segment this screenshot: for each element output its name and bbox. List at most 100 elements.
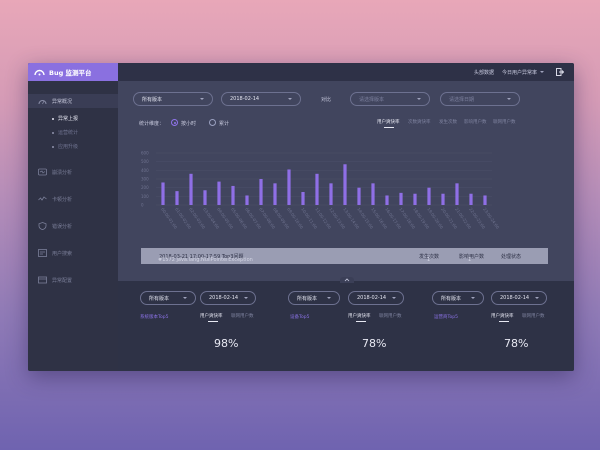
chart-bar[interactable] [329, 183, 333, 205]
sidebar-subitem-stats[interactable]: 运营统计 [52, 129, 78, 136]
chevron-up-icon [344, 278, 350, 282]
version-select-value: 所有版本 [142, 96, 163, 103]
y-tick-label: 600 [141, 151, 149, 156]
panel2-date-value: 2018-02-14 [357, 295, 387, 301]
sidebar-item-lag[interactable]: 卡顿分析 [28, 192, 118, 206]
logo-icon [34, 69, 45, 76]
panel3-value: 78% [504, 337, 529, 350]
table-row-count: 1 [427, 257, 431, 263]
app-title: Bug 监测平台 [49, 69, 92, 77]
bar-chart: 600500400300200100000:00-01:0001:00-02:0… [141, 151, 500, 231]
header-link-data[interactable]: 头部数据 [474, 69, 494, 76]
panel2-tab-online[interactable]: 联网用户数 [379, 313, 402, 319]
chart-bar[interactable] [469, 193, 473, 205]
panel2-link[interactable]: 设备Top5 [290, 314, 309, 320]
chart-bar[interactable] [413, 193, 417, 205]
logout-icon[interactable] [556, 68, 564, 76]
panel3-tab-user-rate[interactable]: 用户爽快率 [491, 313, 514, 319]
sidebar-item-label: 卡顿分析 [52, 196, 73, 203]
date-select[interactable]: 2018-02-14 [221, 92, 301, 106]
chevron-down-icon [327, 297, 331, 299]
compare-date-select[interactable]: 请选择日期 [440, 92, 520, 106]
panel3-tab-underline [499, 321, 509, 322]
app-window: Bug 监测平台 头部数据 今日用户异常率 异常概况 异常上报 运营统计 应用升… [28, 63, 574, 371]
chevron-down-icon [288, 98, 292, 100]
tab-affected-users[interactable]: 影响用户数 [464, 119, 487, 125]
panel3-link[interactable]: 运营商Top5 [434, 314, 458, 320]
panel1-link[interactable]: 系统版本Top5 [140, 314, 168, 320]
chart-bar[interactable] [343, 164, 347, 205]
chart-bar[interactable] [203, 190, 207, 205]
crash-icon [38, 168, 47, 176]
panel3-tab-online[interactable]: 联网用户数 [522, 313, 545, 319]
sidebar-item-error[interactable]: 错误分析 [28, 219, 118, 233]
chart-bar[interactable] [399, 192, 403, 205]
sidebar-subitem-upgrade[interactable]: 应用升级 [52, 143, 78, 150]
tab-user-rate[interactable]: 用户爽快率 [377, 119, 400, 125]
config-icon [38, 276, 47, 284]
bottom-panels: 所有版本 2018-02-14 系统版本Top5 用户爽快率 联网用户数 98%… [118, 281, 574, 371]
collapse-button[interactable] [340, 277, 354, 283]
panel1-value: 98% [214, 337, 239, 350]
chart-bar[interactable] [217, 181, 221, 205]
radio-cumulative[interactable] [209, 119, 216, 126]
sidebar-item-overview[interactable]: 异常概况 [28, 94, 118, 108]
logo[interactable]: Bug 监测平台 [28, 63, 118, 81]
compare-label: 对比 [321, 97, 332, 103]
table-row-issue[interactable]: #1572 java.lang.NullPointerException [158, 257, 253, 263]
table-row-users: 1 [468, 257, 472, 263]
chart-bar[interactable] [483, 195, 487, 205]
tab-count-rate[interactable]: 次数爽快率 [408, 119, 431, 125]
chart-bar[interactable] [357, 187, 361, 205]
panel2-version-select[interactable]: 所有版本 [288, 291, 340, 305]
sidebar-item-label: 错误分析 [52, 223, 73, 230]
radio-cumulative-label: 累计 [219, 121, 230, 127]
chart-bar[interactable] [385, 195, 389, 205]
panel2-tab-user-rate[interactable]: 用户爽快率 [348, 313, 371, 319]
panel3-version-select[interactable]: 所有版本 [432, 291, 484, 305]
chart-bar[interactable] [175, 191, 179, 205]
table-header-users: 影响用户数 [459, 254, 485, 260]
radio-hourly[interactable] [171, 119, 178, 126]
chevron-down-icon [200, 98, 204, 100]
header-link-rate[interactable]: 今日用户异常率 [502, 69, 537, 76]
chart-bar[interactable] [441, 193, 445, 205]
chart-bar[interactable] [161, 182, 165, 205]
chart-bar[interactable] [427, 187, 431, 205]
chart-bar[interactable] [189, 173, 193, 205]
chart-bar[interactable] [245, 195, 249, 205]
chart-bar[interactable] [455, 183, 459, 205]
panel3-date-select[interactable]: 2018-02-14 [491, 291, 547, 305]
chevron-down-icon [535, 297, 540, 299]
chart-bar[interactable] [371, 183, 375, 205]
panel1-tab-online[interactable]: 联网用户数 [231, 313, 254, 319]
chart-bar[interactable] [231, 185, 235, 205]
lag-icon [38, 196, 47, 201]
sidebar-item-config[interactable]: 异常配置 [28, 273, 118, 287]
sidebar-subitem-report[interactable]: 异常上报 [52, 115, 78, 122]
tab-occurrences[interactable]: 发生次数 [439, 119, 457, 125]
stat-dimension-label: 统计维度： [139, 121, 165, 127]
compare-version-select[interactable]: 请选择版本 [350, 92, 430, 106]
tab-online-users[interactable]: 联网用户数 [493, 119, 516, 125]
chevron-down-icon [183, 297, 187, 299]
version-select[interactable]: 所有版本 [133, 92, 213, 106]
panel1-tab-user-rate[interactable]: 用户爽快率 [200, 313, 223, 319]
panel3-version-value: 所有版本 [441, 295, 462, 302]
chart-bar[interactable] [315, 173, 319, 205]
user-search-icon [38, 249, 47, 257]
y-tick-label: 0 [141, 203, 144, 208]
panel3-date-value: 2018-02-14 [500, 295, 530, 301]
table-header-status: 处理状态 [501, 254, 522, 260]
chart-bar[interactable] [287, 169, 291, 205]
sidebar: 异常概况 异常上报 运营统计 应用升级 崩溃分析 卡顿分析 错误分析 用户搜索 … [28, 81, 118, 371]
sidebar-item-crash[interactable]: 崩溃分析 [28, 165, 118, 179]
chart-bar[interactable] [259, 179, 263, 205]
chart-bar[interactable] [301, 192, 305, 205]
chart-bar[interactable] [273, 183, 277, 205]
panel1-date-value: 2018-02-14 [209, 295, 239, 301]
panel1-date-select[interactable]: 2018-02-14 [200, 291, 256, 305]
panel1-version-select[interactable]: 所有版本 [140, 291, 196, 305]
panel2-date-select[interactable]: 2018-02-14 [348, 291, 404, 305]
sidebar-item-user-search[interactable]: 用户搜索 [28, 246, 118, 260]
